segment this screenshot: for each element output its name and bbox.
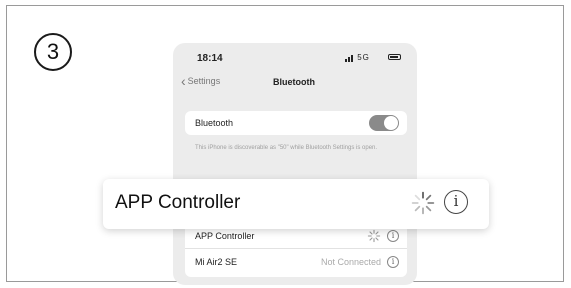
loading-spinner-icon <box>411 191 435 215</box>
illustration-frame: 3 18:14 5G ‹ Settings Bluetooth Bluetoot… <box>6 5 564 285</box>
bluetooth-toggle[interactable] <box>369 115 399 131</box>
bluetooth-toggle-row: Bluetooth <box>185 111 407 135</box>
network-type: 5G <box>357 53 370 62</box>
step-number-badge: 3 <box>34 33 72 71</box>
device-row-mi-air2-se[interactable]: Mi Air2 SE Not Connected i <box>185 250 407 274</box>
discoverable-note: This iPhone is discoverable as "50" whil… <box>195 145 378 151</box>
device-status: Not Connected <box>320 257 381 267</box>
back-label: Settings <box>187 76 221 86</box>
status-time: 18:14 <box>197 53 223 64</box>
status-bar: 18:14 5G <box>173 43 417 69</box>
info-icon[interactable]: i <box>444 190 468 214</box>
device-name: Mi Air2 SE <box>195 257 238 267</box>
phone-screen: 18:14 5G ‹ Settings Bluetooth Bluetooth … <box>173 43 417 285</box>
battery-icon <box>388 54 401 60</box>
bluetooth-label: Bluetooth <box>195 118 234 128</box>
loading-spinner-icon <box>367 229 381 243</box>
page-title: Bluetooth <box>273 77 315 87</box>
device-name: APP Controller <box>195 231 255 241</box>
back-button[interactable]: ‹ Settings <box>181 73 221 89</box>
callout-device-name: APP Controller <box>115 192 241 213</box>
devices-list: APP Controller i Mi Air2 SE Not Connecte… <box>185 221 407 277</box>
zoomed-device-callout: APP Controller i <box>103 179 489 229</box>
chevron-left-icon: ‹ <box>181 73 186 89</box>
step-number: 3 <box>46 39 60 64</box>
info-icon[interactable]: i <box>387 256 399 268</box>
toggle-knob <box>384 116 398 130</box>
navigation-bar: ‹ Settings Bluetooth <box>173 73 417 96</box>
cellular-signal-icon: 5G <box>345 53 370 62</box>
info-icon[interactable]: i <box>387 230 399 242</box>
